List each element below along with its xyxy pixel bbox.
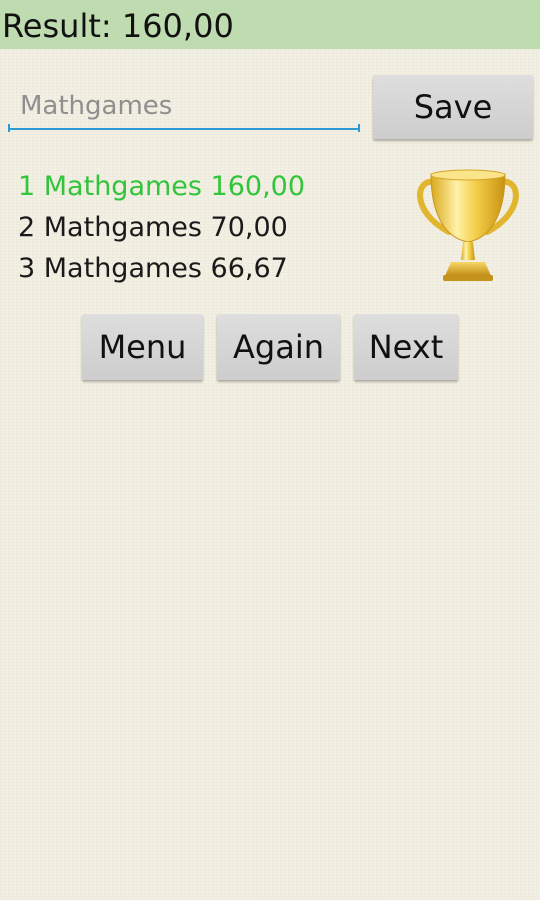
input-edge-left xyxy=(8,124,10,132)
leaderboard-entry-2: 2 Mathgames 70,00 xyxy=(18,212,288,243)
result-text: Result: 160,00 xyxy=(2,7,234,45)
save-button[interactable]: Save xyxy=(373,75,533,139)
leaderboard-entry-1: 1 Mathgames 160,00 xyxy=(18,171,306,202)
trophy-icon xyxy=(417,169,519,281)
again-button[interactable]: Again xyxy=(217,314,340,380)
leaderboard-entry-3: 3 Mathgames 66,67 xyxy=(18,253,288,284)
leaderboard-list: 1 Mathgames 160,00 2 Mathgames 70,00 3 M… xyxy=(18,166,398,289)
menu-button[interactable]: Menu xyxy=(82,314,203,380)
input-edge-right xyxy=(358,124,360,132)
player-name-input[interactable] xyxy=(8,84,360,130)
next-button[interactable]: Next xyxy=(354,314,458,380)
result-header: Result: 160,00 xyxy=(0,0,540,49)
